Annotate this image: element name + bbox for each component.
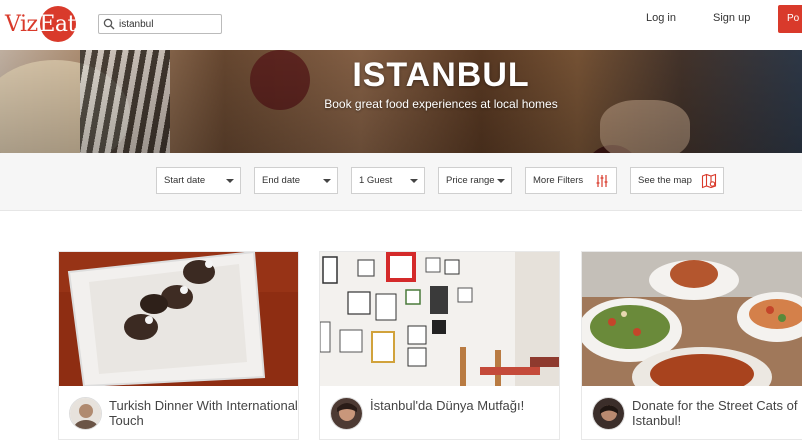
- card-title[interactable]: Turkish Dinner With International Touch: [109, 398, 298, 428]
- search-icon: [103, 18, 115, 30]
- start-date-dropdown[interactable]: Start date: [156, 167, 241, 194]
- experience-card[interactable]: Donate for the Street Cats of Istanbul!: [581, 251, 802, 440]
- host-avatar[interactable]: [592, 397, 625, 430]
- card-photo: [582, 252, 802, 386]
- host-avatar[interactable]: [69, 397, 102, 430]
- avatar-photo: [331, 398, 362, 429]
- card-photo: [320, 252, 559, 386]
- vizeat-logo[interactable]: Viz Eat: [5, 6, 76, 42]
- hero-title: ISTANBUL: [352, 56, 530, 94]
- end-date-dropdown[interactable]: End date: [254, 167, 338, 194]
- experience-card[interactable]: Turkish Dinner With International Touch: [58, 251, 299, 440]
- price-range-label: Price range: [446, 175, 495, 186]
- experience-card[interactable]: İstanbul'da Dünya Mutfağı!: [319, 251, 560, 440]
- login-link[interactable]: Log in: [646, 12, 676, 24]
- guests-label: 1 Guest: [359, 175, 393, 186]
- logo-text-viz: Viz: [5, 11, 38, 37]
- price-range-dropdown[interactable]: Price range: [438, 167, 512, 194]
- top-header: Viz Eat Log in Sign up Po: [0, 0, 802, 48]
- map-icon: [701, 173, 717, 189]
- card-image[interactable]: [320, 252, 559, 386]
- card-title[interactable]: Donate for the Street Cats of Istanbul!: [632, 398, 802, 428]
- card-image[interactable]: [59, 252, 298, 386]
- chevron-down-icon: [410, 179, 418, 183]
- card-title[interactable]: İstanbul'da Dünya Mutfağı!: [370, 398, 559, 413]
- see-map-label: See the map: [638, 175, 692, 186]
- hero-subtitle: Book great food experiences at local hom…: [324, 97, 558, 111]
- guests-dropdown[interactable]: 1 Guest: [351, 167, 425, 194]
- end-date-label: End date: [262, 175, 301, 186]
- more-filters-label: More Filters: [533, 175, 584, 186]
- more-filters-button[interactable]: More Filters: [525, 167, 617, 194]
- chevron-down-icon: [323, 179, 331, 183]
- avatar-photo: [70, 398, 101, 429]
- signup-link[interactable]: Sign up: [713, 12, 750, 24]
- start-date-label: Start date: [164, 175, 206, 186]
- logo-text-eat: Eat: [39, 6, 76, 42]
- avatar-photo: [593, 398, 624, 429]
- host-avatar[interactable]: [330, 397, 363, 430]
- cta-button[interactable]: Po: [778, 5, 802, 33]
- chevron-down-icon: [497, 179, 505, 183]
- card-image[interactable]: [582, 252, 802, 386]
- card-photo: [59, 252, 298, 386]
- chevron-down-icon: [226, 179, 234, 183]
- see-map-button[interactable]: See the map: [630, 167, 724, 194]
- search-input[interactable]: [119, 18, 219, 30]
- filter-bar: Start date End date 1 Guest Price range …: [0, 153, 802, 211]
- sliders-icon: [596, 175, 608, 187]
- search-box[interactable]: [98, 14, 222, 34]
